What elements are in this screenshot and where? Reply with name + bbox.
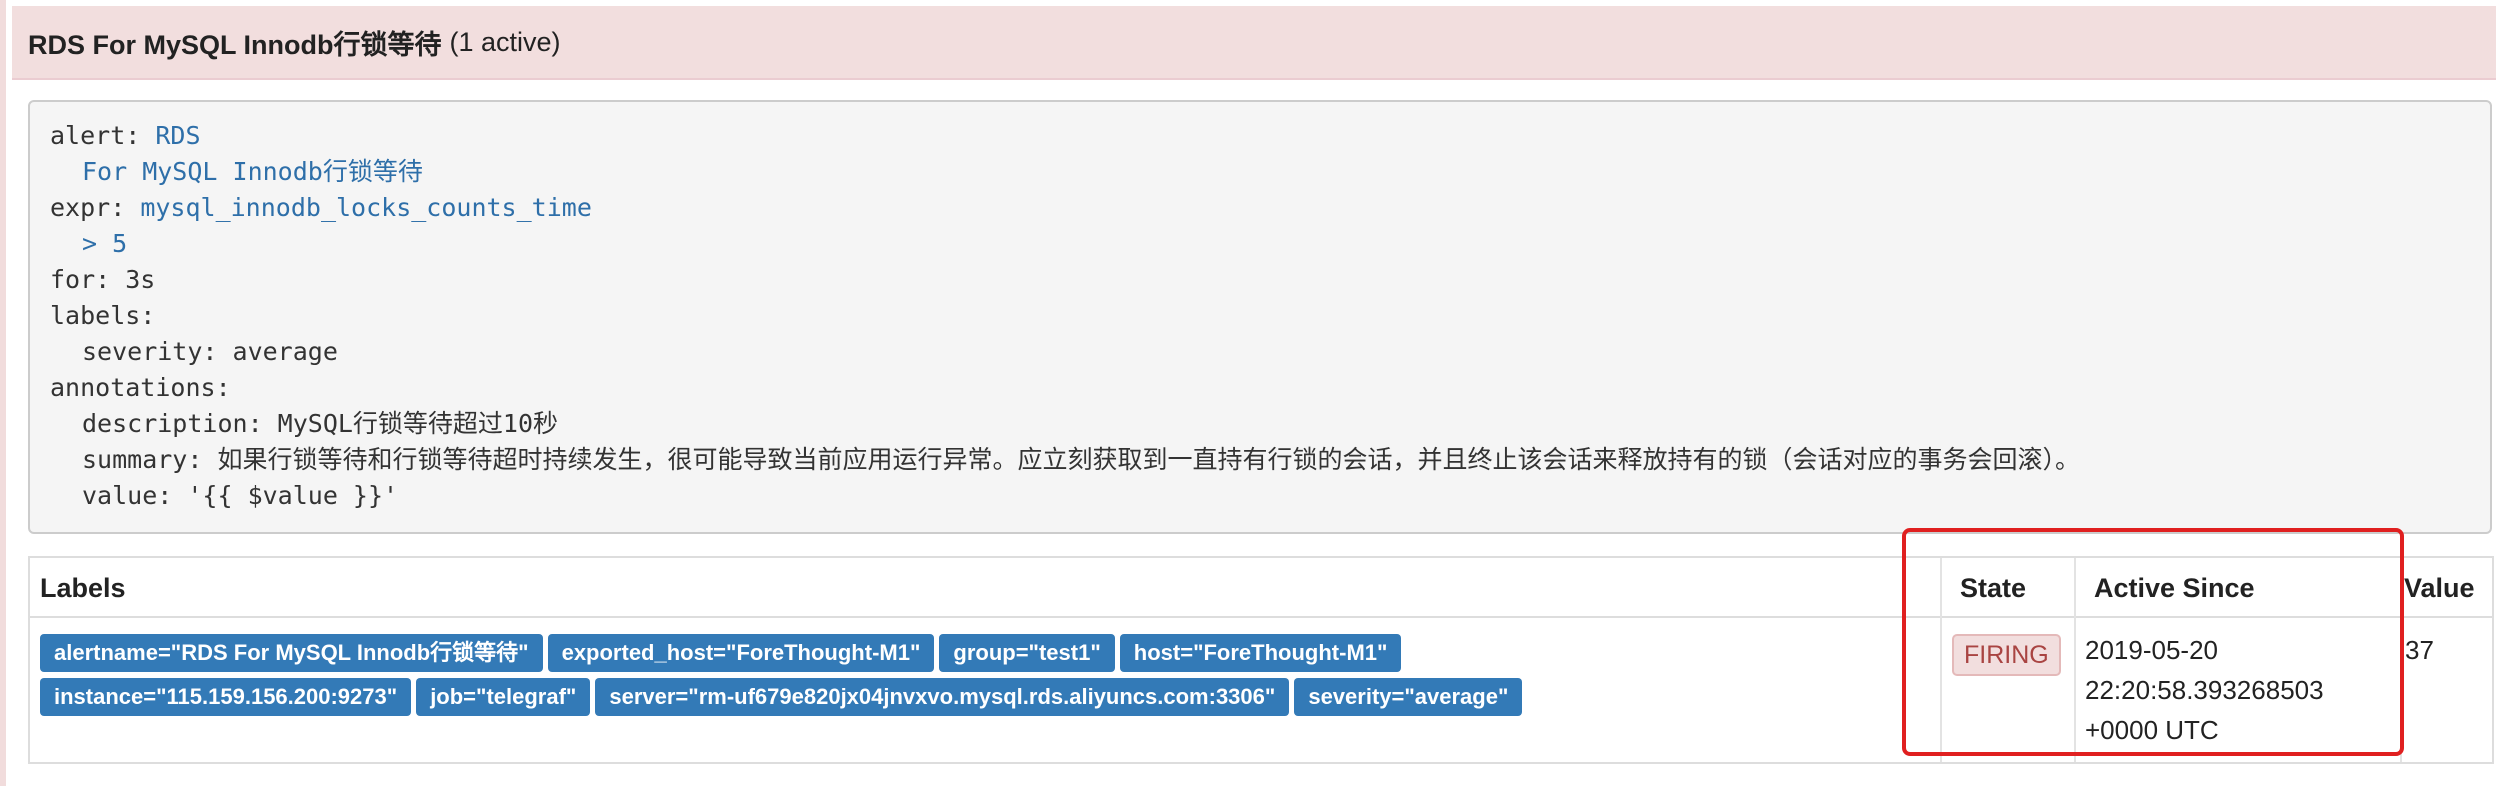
alert-rule-name: RDS For MySQL Innodb行锁等待	[28, 29, 442, 60]
rule-alert-line: alert: RDS	[50, 121, 201, 150]
rule-description-line: description: MySQL行锁等待超过10秒	[82, 409, 559, 438]
rule-expr-line: expr: mysql_innodb_locks_counts_time	[50, 193, 592, 222]
header-labels: Labels	[40, 573, 126, 603]
rule-labels-key: labels:	[50, 301, 156, 330]
active-count: (1 active)	[449, 26, 561, 57]
label-chip: exported_host="ForeThought-M1"	[547, 634, 935, 672]
rule-annotations-key: annotations:	[50, 373, 231, 402]
label-chip: server="rm-uf679e820jx04jnvxvo.mysql.rds…	[595, 678, 1290, 716]
alert-group-header[interactable]: RDS For MySQL Innodb行锁等待 (1 active)	[12, 6, 2496, 80]
rule-definition: alert: RDS For MySQL Innodb行锁等待 expr: mysq…	[28, 100, 2492, 534]
table-row-labels: alertname="RDS For MySQL Innodb行锁等待" expo…	[40, 634, 1680, 722]
label-chip: job="telegraf"	[416, 678, 591, 716]
rule-summary-line: summary: 如果行锁等待和行锁等待超时持续发生，很可能导致当前应用运行异常…	[82, 445, 2080, 474]
label-chip: host="ForeThought-M1"	[1119, 634, 1402, 672]
rule-severity-line: severity: average	[82, 337, 338, 366]
rule-expr-link-cont[interactable]: > 5	[82, 229, 127, 258]
rule-alert-value-cont[interactable]: For MySQL Innodb行锁等待	[82, 157, 423, 186]
rule-value-line: value: '{{ $value }}'	[82, 481, 399, 510]
label-chip: severity="average"	[1294, 678, 1523, 716]
alert-value: 37	[2405, 635, 2434, 665]
header-value: Value	[2404, 573, 2475, 603]
rule-for-line: for: 3s	[50, 265, 156, 294]
rule-expr-link[interactable]: mysql_innodb_locks_counts_time	[140, 193, 592, 222]
highlight-annotation	[1902, 528, 2404, 756]
label-chip: group="test1"	[939, 634, 1115, 672]
label-chip: alertname="RDS For MySQL Innodb行锁等待"	[40, 634, 543, 672]
rule-alert-value[interactable]: RDS	[155, 121, 200, 150]
alert-group-panel: RDS For MySQL Innodb行锁等待 (1 active) aler…	[0, 0, 2496, 786]
label-chip: instance="115.159.156.200:9273"	[40, 678, 412, 716]
